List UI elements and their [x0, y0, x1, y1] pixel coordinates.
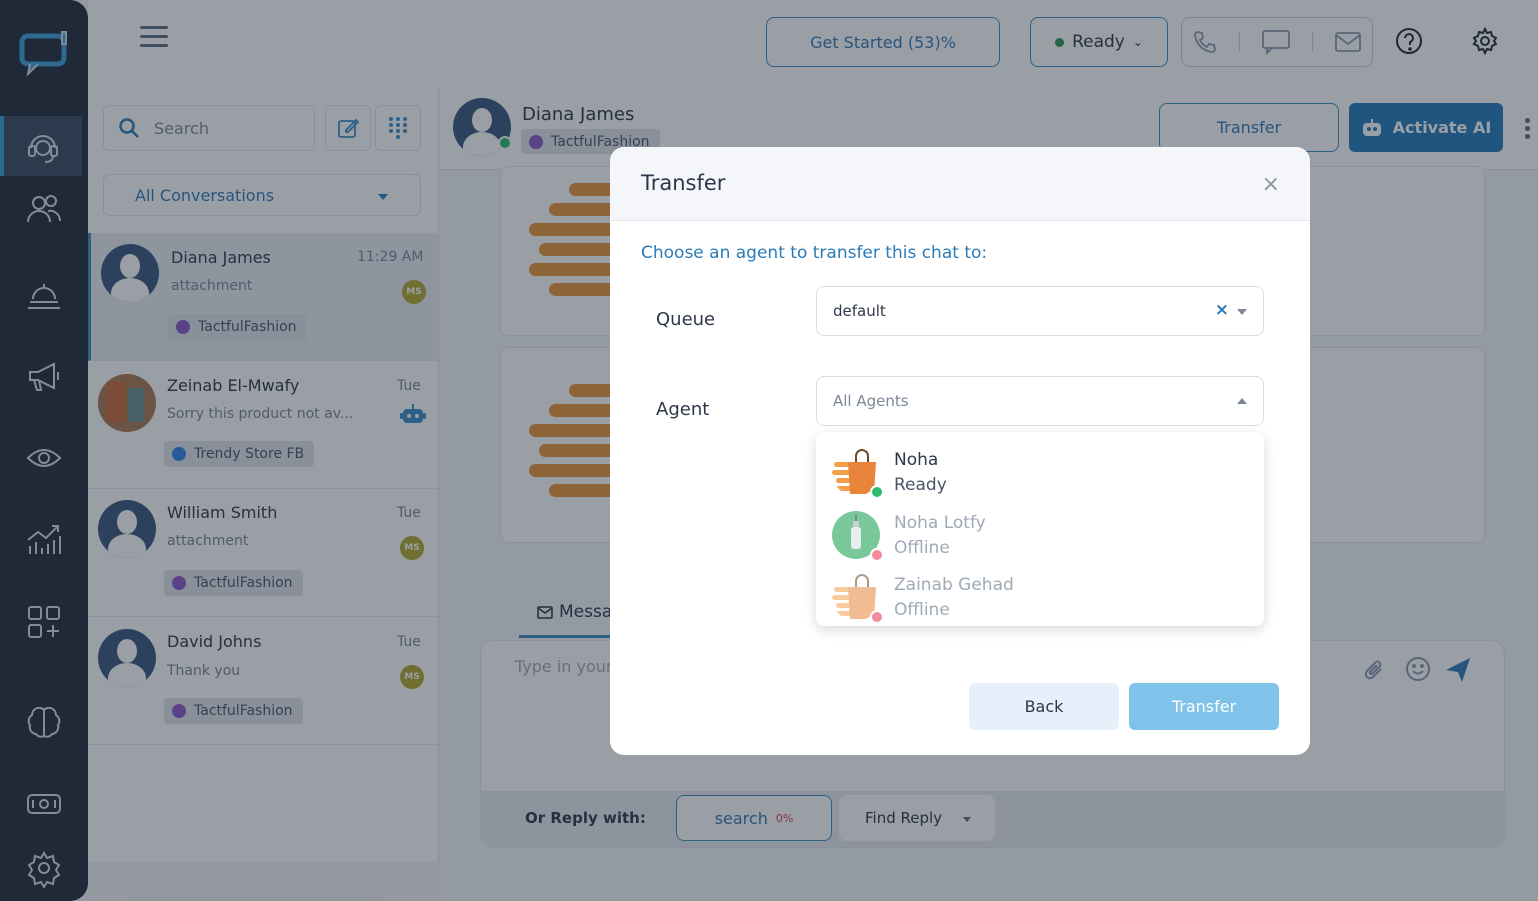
modal-header: Transfer ×	[610, 147, 1310, 221]
queue-label: Queue	[656, 309, 716, 330]
close-icon[interactable]: ×	[1262, 174, 1280, 196]
agent-placeholder: All Agents	[833, 392, 909, 410]
agent-name: Noha Lotfy	[894, 513, 986, 533]
queue-value: default	[833, 302, 886, 320]
caret-down-icon	[1237, 309, 1247, 315]
transfer-modal: Transfer × Choose an agent to transfer t…	[610, 147, 1310, 755]
agent-status-dot	[870, 610, 884, 624]
agent-option[interactable]: Zainab Gehad Offline	[816, 566, 1264, 626]
agent-name: Noha	[894, 450, 939, 470]
queue-select[interactable]: default ×	[816, 286, 1264, 336]
agent-status: Ready	[894, 475, 947, 495]
agent-status: Offline	[894, 600, 950, 620]
agent-dropdown-list: Noha Ready Noha Lotfy Offline Zainab Geh…	[816, 432, 1264, 626]
caret-up-icon	[1237, 398, 1247, 404]
agent-status-dot	[870, 548, 884, 562]
back-button[interactable]: Back	[969, 683, 1119, 730]
agent-label: Agent	[656, 399, 710, 420]
modal-subtitle: Choose an agent to transfer this chat to…	[641, 243, 988, 263]
agent-name: Zainab Gehad	[894, 575, 1014, 595]
agent-option[interactable]: Noha Lotfy Offline	[816, 504, 1264, 566]
agent-option[interactable]: Noha Ready	[816, 441, 1264, 503]
agent-status-dot	[870, 485, 884, 499]
agent-status: Offline	[894, 538, 950, 558]
clear-selection-icon[interactable]: ×	[1215, 300, 1229, 320]
agent-select[interactable]: All Agents	[816, 376, 1264, 426]
modal-title: Transfer	[641, 171, 726, 195]
transfer-submit-button[interactable]: Transfer	[1129, 683, 1279, 730]
